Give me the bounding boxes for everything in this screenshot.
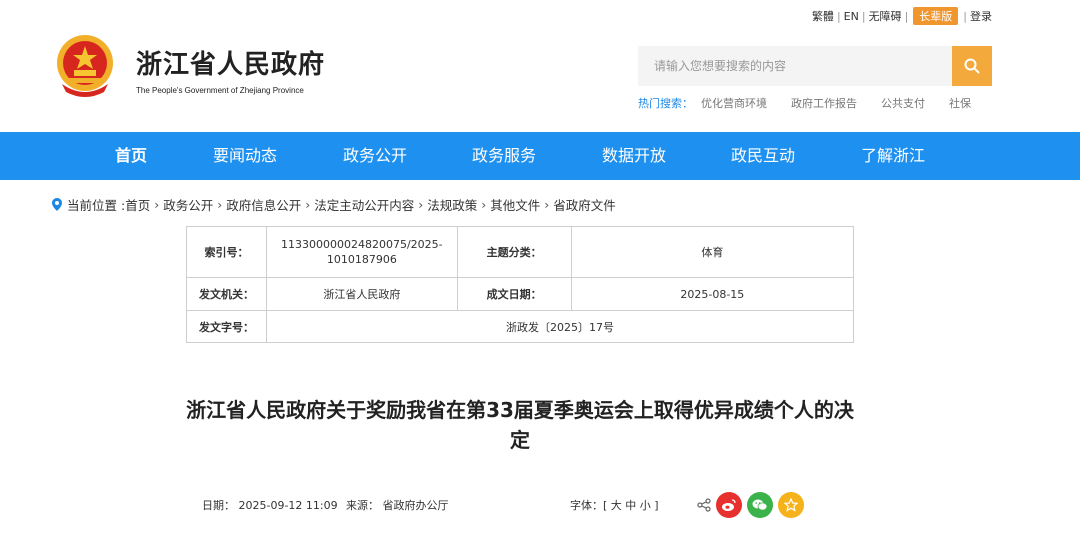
breadcrumb-item[interactable]: 其他文件 bbox=[490, 195, 540, 214]
accessibility-link[interactable]: 无障碍 bbox=[869, 8, 902, 24]
weibo-icon bbox=[722, 499, 736, 511]
hot-search-item[interactable]: 社保 bbox=[949, 95, 971, 111]
breadcrumb: 当前位置 : 首页 › 政务公开 › 政府信息公开 › 法定主动公开内容 › 法… bbox=[52, 195, 616, 214]
site-subtitle: The People's Government of Zhejiang Prov… bbox=[136, 86, 304, 95]
chevron-right-icon: › bbox=[217, 197, 223, 212]
nav-item-home[interactable]: 首页 bbox=[115, 132, 147, 180]
font-size-switcher[interactable]: 字体：[ 大 中 小 ] bbox=[570, 497, 659, 513]
nav-item-news[interactable]: 要闻动态 bbox=[213, 132, 277, 180]
article-title: 浙江省人民政府关于奖励我省在第33届夏季奥运会上取得优异成绩个人的决定 bbox=[186, 398, 854, 452]
separator: | bbox=[861, 9, 866, 23]
date-value: 2025-08-15 bbox=[570, 277, 855, 311]
breadcrumb-item[interactable]: 政务公开 bbox=[163, 195, 213, 214]
article-date: 日期： 2025-09-12 11:09 bbox=[202, 499, 338, 512]
separator: | bbox=[836, 9, 841, 23]
top-links: 繁體 | EN | 无障碍 | 长辈版 | 登录 bbox=[812, 7, 992, 25]
nav-item-about-zhejiang[interactable]: 了解浙江 bbox=[861, 132, 925, 180]
docno-label: 发文字号： bbox=[186, 310, 267, 343]
chevron-right-icon: › bbox=[481, 197, 487, 212]
national-emblem-icon bbox=[57, 35, 113, 97]
breadcrumb-item[interactable]: 省政府文件 bbox=[553, 195, 616, 214]
nav-item-interaction[interactable]: 政民互动 bbox=[731, 132, 795, 180]
search-button[interactable] bbox=[952, 46, 992, 86]
nav-item-open-data[interactable]: 数据开放 bbox=[602, 132, 666, 180]
breadcrumb-item[interactable]: 法定主动公开内容 bbox=[314, 195, 414, 214]
breadcrumb-item[interactable]: 法规政策 bbox=[427, 195, 477, 214]
breadcrumb-prefix: 当前位置 : bbox=[67, 198, 126, 213]
weibo-share-button[interactable] bbox=[716, 492, 742, 518]
hot-search-item[interactable]: 公共支付 bbox=[881, 95, 925, 111]
date-label: 成文日期： bbox=[456, 277, 572, 311]
location-pin-icon bbox=[52, 198, 62, 211]
nav-item-gov-services[interactable]: 政务服务 bbox=[472, 132, 536, 180]
share-bar bbox=[697, 492, 804, 518]
search-icon bbox=[964, 58, 980, 74]
table-row: 索引号： 113300000024820075/2025-1010187906 … bbox=[186, 226, 855, 278]
english-link[interactable]: EN bbox=[844, 10, 859, 23]
wechat-share-button[interactable] bbox=[747, 492, 773, 518]
index-label: 索引号： bbox=[186, 226, 267, 278]
chevron-right-icon: › bbox=[154, 197, 160, 212]
nav-item-gov-affairs-open[interactable]: 政务公开 bbox=[343, 132, 407, 180]
table-row: 发文机关： 浙江省人民政府 成文日期： 2025-08-15 bbox=[186, 277, 855, 311]
index-value: 113300000024820075/2025-1010187906 bbox=[266, 226, 458, 278]
docno-value: 浙政发〔2025〕17号 bbox=[266, 310, 854, 343]
issuer-label: 发文机关： bbox=[186, 277, 267, 311]
elder-mode-button[interactable]: 长辈版 bbox=[913, 7, 959, 25]
table-row: 发文字号： 浙政发〔2025〕17号 bbox=[186, 310, 854, 343]
traditional-chinese-link[interactable]: 繁體 bbox=[812, 8, 834, 24]
chevron-right-icon: › bbox=[418, 197, 424, 212]
separator: | bbox=[904, 9, 909, 23]
star-icon bbox=[784, 498, 798, 512]
issuer-value: 浙江省人民政府 bbox=[266, 277, 458, 311]
article-source: 来源： 省政府办公厅 bbox=[346, 499, 449, 512]
favorite-button[interactable] bbox=[778, 492, 804, 518]
search-input[interactable]: 请输入您想要搜索的内容 bbox=[638, 46, 952, 86]
breadcrumb-item[interactable]: 政府信息公开 bbox=[226, 195, 301, 214]
chevron-right-icon: › bbox=[305, 197, 311, 212]
hot-search-label: 热门搜索： bbox=[638, 97, 693, 110]
chevron-right-icon: › bbox=[544, 197, 550, 212]
hot-search-item[interactable]: 优化营商环境 bbox=[701, 95, 767, 111]
site-header: 浙江省人民政府 The People's Government of Zheji… bbox=[0, 0, 1080, 132]
hot-search: 热门搜索： 优化营商环境 政府工作报告 公共支付 社保 bbox=[638, 95, 995, 111]
wechat-icon bbox=[752, 499, 768, 511]
topic-value: 体育 bbox=[570, 226, 855, 278]
hot-search-item[interactable]: 政府工作报告 bbox=[791, 95, 857, 111]
share-icon[interactable] bbox=[697, 498, 711, 512]
separator: | bbox=[963, 9, 967, 23]
breadcrumb-item[interactable]: 首页 bbox=[125, 195, 150, 214]
site-title: 浙江省人民政府 bbox=[136, 50, 326, 80]
login-link[interactable]: 登录 bbox=[970, 8, 992, 24]
topic-label: 主题分类： bbox=[456, 226, 572, 278]
main-nav: 首页 要闻动态 政务公开 政务服务 数据开放 政民互动 了解浙江 bbox=[0, 132, 1080, 180]
document-meta-table: 索引号： 113300000024820075/2025-1010187906 … bbox=[186, 226, 855, 343]
